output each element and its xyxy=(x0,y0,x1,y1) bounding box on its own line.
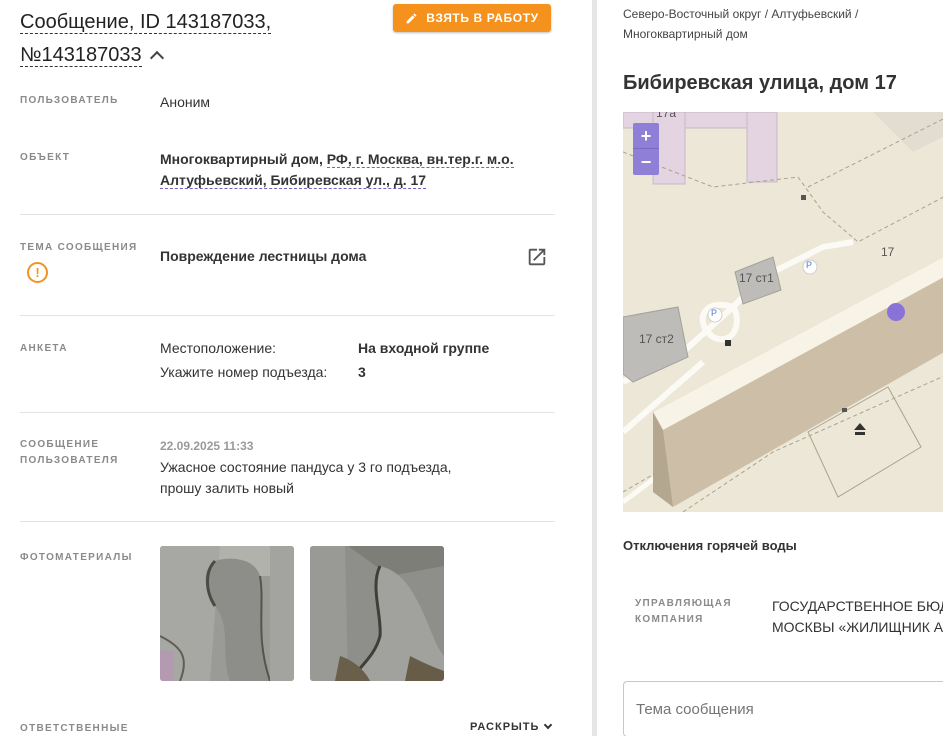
open-external-icon[interactable] xyxy=(526,246,548,268)
management-company-line-2: МОСКВЫ «ЖИЛИЩНИК АЛ xyxy=(772,619,943,635)
divider xyxy=(20,521,555,522)
take-to-work-label: ВЗЯТЬ В РАБОТУ xyxy=(426,11,539,25)
chevron-down-icon xyxy=(544,720,553,730)
management-company-line-1: ГОСУДАРСТВЕННОЕ БЮДЖ xyxy=(772,598,943,614)
warning-icon: ! xyxy=(27,262,48,283)
message-text: Ужасное состояние пандуса у 3 го подъезд… xyxy=(160,457,560,499)
hot-water-outages[interactable]: Отключения горячей воды xyxy=(623,538,797,553)
parking-icon: P xyxy=(711,308,718,318)
divider xyxy=(20,412,555,413)
topic-input[interactable] xyxy=(623,681,943,736)
management-company-label-line-1: УПРАВЛЯЮЩАЯ xyxy=(635,598,732,609)
zoom-out-button[interactable]: − xyxy=(633,149,659,175)
title-line-2: №143187033 xyxy=(20,44,142,67)
topic-label: ТЕМА СООБЩЕНИЯ xyxy=(20,242,138,253)
management-company-label-line-2: КОМПАНИЯ xyxy=(635,614,704,625)
photo-thumbnail[interactable] xyxy=(160,546,294,681)
title-line-1: Сообщение, ID 143187033, xyxy=(20,11,272,34)
breadcrumb-line-1[interactable]: Северо-Восточный округ / Алтуфьевский / xyxy=(623,7,858,21)
expand-label: РАСКРЫТЬ xyxy=(470,721,540,733)
management-company-value: ГОСУДАРСТВЕННОЕ БЮДЖ МОСКВЫ «ЖИЛИЩНИК АЛ xyxy=(772,596,943,638)
map-label-17a: 17а xyxy=(656,112,677,120)
message-label-line-2: ПОЛЬЗОВАТЕЛЯ xyxy=(20,455,119,466)
object-label: ОБЪЕКТ xyxy=(20,152,71,163)
object-value: Многоквартирный дом, РФ, г. Москва, вн.т… xyxy=(160,149,550,191)
map-label-17: 17 xyxy=(881,245,895,259)
survey-question-2: Укажите номер подъезда: xyxy=(160,364,328,380)
page-title[interactable]: Сообщение, ID 143187033, №143187033 xyxy=(20,6,350,72)
zoom-control: + − xyxy=(633,123,659,175)
map-label-17-st2: 17 ст2 xyxy=(639,332,674,346)
user-label: ПОЛЬЗОВАТЕЛЬ xyxy=(20,95,119,106)
object-address-link-2[interactable]: Алтуфьевский, Бибиревская ул., д. 17 xyxy=(160,172,427,189)
message-text-line-1: Ужасное состояние пандуса у 3 го подъезд… xyxy=(160,459,452,475)
survey-question-1: Местоположение: xyxy=(160,340,277,356)
zoom-in-button[interactable]: + xyxy=(633,123,659,149)
user-value: Аноним xyxy=(160,94,211,110)
parking-icon: P xyxy=(806,260,813,270)
object-address-link-1[interactable]: РФ, г. Москва, вн.тер.г. м.о. xyxy=(326,151,514,168)
breadcrumb: Северо-Восточный округ / Алтуфьевский / … xyxy=(623,4,923,44)
photos-label: ФОТОМАТЕРИАЛЫ xyxy=(20,552,133,563)
breadcrumb-line-2[interactable]: Многоквартирный дом xyxy=(623,27,748,41)
topic-value: Повреждение лестницы дома xyxy=(160,248,367,264)
take-to-work-button[interactable]: ВЗЯТЬ В РАБОТУ xyxy=(393,4,551,32)
photo-thumbnail[interactable] xyxy=(310,546,444,681)
message-label-line-1: СООБЩЕНИЕ xyxy=(20,439,100,450)
divider xyxy=(20,214,555,215)
pencil-icon xyxy=(406,13,417,23)
message-text-line-2: прошу залить новый xyxy=(160,480,294,496)
map[interactable]: 17а 17 17 ст1 17 ст2 P P + − xyxy=(623,112,943,512)
survey-answer-2: 3 xyxy=(358,364,366,380)
object-type: Многоквартирный дом, xyxy=(160,151,323,167)
message-details-panel: Сообщение, ID 143187033, №143187033 ВЗЯТ… xyxy=(0,0,590,736)
message-date: 22.09.2025 11:33 xyxy=(160,439,254,453)
survey-answer-1: На входной группе xyxy=(358,340,490,356)
expand-button[interactable]: РАСКРЫТЬ xyxy=(470,720,553,733)
map-canvas[interactable] xyxy=(623,112,943,512)
responsible-label: ОТВЕТСТВЕННЫЕ xyxy=(20,723,129,734)
map-label-17-st1: 17 ст1 xyxy=(739,271,774,285)
object-info-panel: Северо-Восточный округ / Алтуфьевский / … xyxy=(597,0,943,736)
management-company-label: УПРАВЛЯЮЩАЯ КОМПАНИЯ xyxy=(635,596,745,628)
chevron-up-icon[interactable] xyxy=(149,50,164,66)
message-label: СООБЩЕНИЕ ПОЛЬЗОВАТЕЛЯ xyxy=(20,437,119,469)
address-title: Бибиревская улица, дом 17 xyxy=(623,72,897,94)
survey-label: АНКЕТА xyxy=(20,343,68,354)
divider xyxy=(20,315,555,316)
